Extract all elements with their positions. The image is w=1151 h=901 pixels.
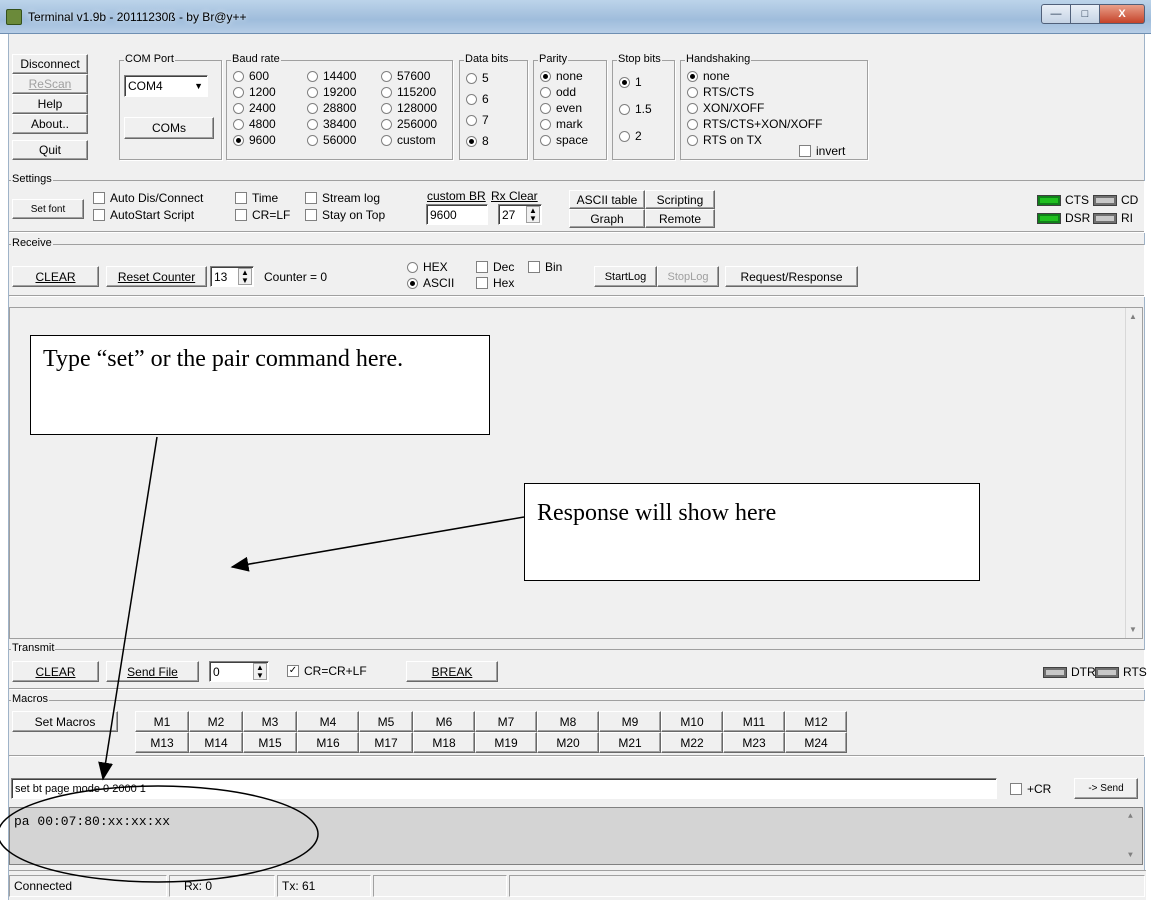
highlight-ellipse	[0, 785, 319, 883]
arrow-to-input	[98, 436, 158, 781]
arrow-to-receive	[230, 516, 525, 572]
annotation-arrows	[0, 436, 525, 883]
